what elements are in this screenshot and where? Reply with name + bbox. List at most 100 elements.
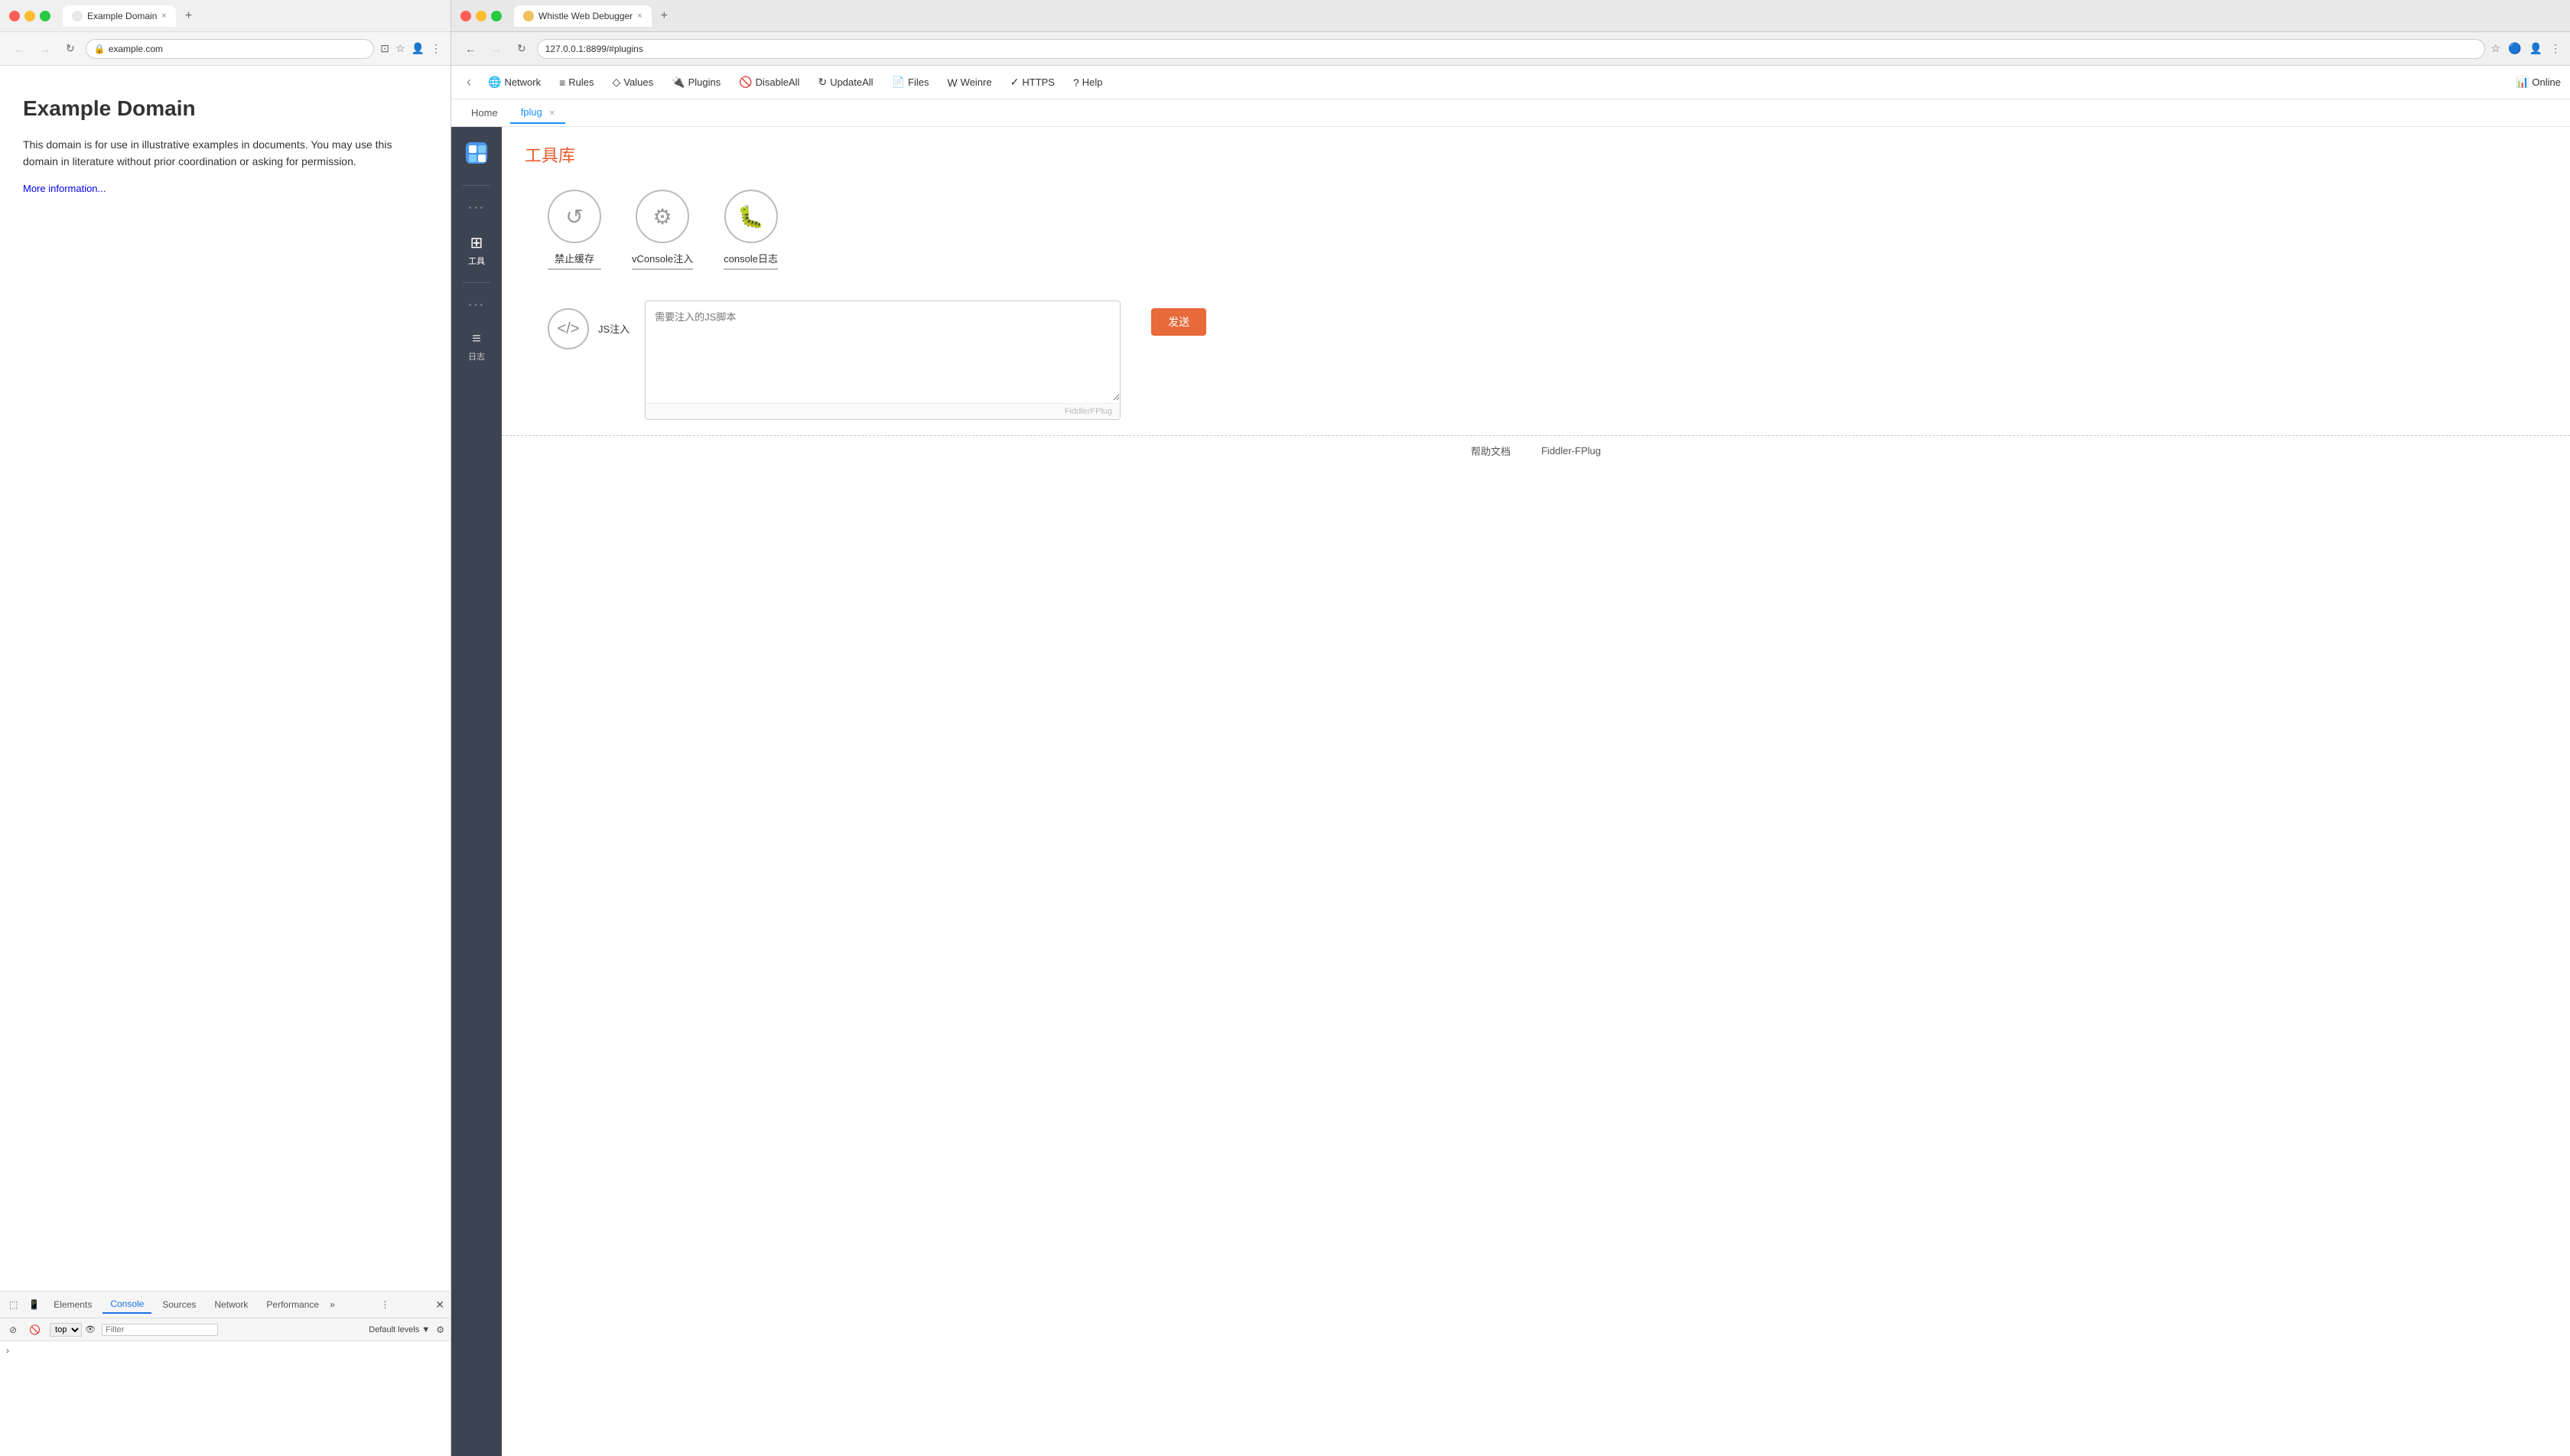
console-context-select[interactable]: top	[50, 1323, 82, 1337]
console-clear-icon[interactable]: ⊘	[6, 1323, 20, 1337]
menu-weinre-btn[interactable]: W Weinre	[939, 73, 999, 92]
menu-disableall-btn[interactable]: 🚫 DisableAll	[731, 73, 807, 92]
devtools-more-tabs[interactable]: »	[330, 1299, 335, 1310]
traffic-lights	[9, 11, 50, 21]
close-window-btn[interactable]	[9, 11, 20, 21]
tab-fplug-close[interactable]: ×	[550, 109, 555, 118]
sidebar-separator-2	[463, 282, 490, 283]
right-bookmark-icon[interactable]: ☆	[2491, 42, 2501, 55]
devtools-tab-elements[interactable]: Elements	[46, 1296, 99, 1313]
console-settings-icon[interactable]: ⚙	[436, 1324, 444, 1335]
right-tab-label: Whistle Web Debugger	[538, 11, 633, 21]
tool-circle-disable-cache: ↺	[548, 190, 601, 243]
left-tab-label: Example Domain	[87, 11, 157, 21]
footer-help-docs[interactable]: 帮助文档	[1471, 444, 1511, 458]
disable-cache-icon: ↺	[565, 204, 583, 229]
tool-item-disable-cache[interactable]: ↺ 禁止缓存	[548, 190, 601, 270]
right-menu-icon[interactable]: ⋮	[2550, 42, 2561, 55]
menu-rules-btn[interactable]: ≡ Rules	[551, 73, 601, 92]
js-send-button[interactable]: 发送	[1151, 308, 1206, 336]
devtools-inspect-icon[interactable]: ⬚	[6, 1298, 21, 1311]
plugin-title: 工具库	[525, 142, 2547, 167]
tool-item-vconsole[interactable]: ⚙ vConsole注入	[632, 190, 693, 270]
tool-label-console-log: console日志	[724, 251, 778, 270]
tab-home-label: Home	[471, 107, 498, 119]
maximize-window-btn[interactable]	[40, 11, 50, 21]
plugin-content: 工具库 ↺ 禁止缓存	[502, 127, 2570, 1456]
right-address-text: 127.0.0.1:8899/#plugins	[545, 44, 643, 54]
left-tab-example-domain[interactable]: Example Domain ×	[63, 5, 176, 27]
devtools-tab-network[interactable]: Network	[207, 1296, 255, 1313]
right-tab-whistle[interactable]: Whistle Web Debugger ×	[514, 5, 652, 27]
whistle-tabs: Home fplug ×	[451, 99, 2570, 127]
js-inject-textarea[interactable]	[646, 301, 1120, 401]
right-profile-icon[interactable]: 👤	[2529, 42, 2542, 55]
address-bar-left[interactable]: 🔒 example.com	[86, 39, 375, 59]
console-filter-icon[interactable]: 🚫	[26, 1323, 44, 1337]
menu-updateall-btn[interactable]: ↻ UpdateAll	[810, 73, 880, 92]
sidebar-item-dots-2[interactable]: ···	[454, 292, 499, 318]
devtools-options-icon[interactable]: ⋮	[381, 1299, 390, 1310]
menu-help-btn[interactable]: ? Help	[1065, 73, 1111, 92]
textarea-footer: FiddlerFPlug	[646, 403, 1120, 419]
back-btn[interactable]: ←	[9, 41, 29, 57]
menu-icon[interactable]: ⋮	[431, 42, 441, 55]
refresh-btn[interactable]: ↻	[61, 41, 80, 57]
right-address-bar[interactable]: 127.0.0.1:8899/#plugins	[537, 39, 2485, 59]
sidebar-item-log[interactable]: ≡ 日志	[454, 324, 499, 369]
forward-btn[interactable]: →	[35, 41, 55, 57]
chart-icon: 📊	[2516, 76, 2529, 89]
left-tab-close-btn[interactable]: ×	[161, 11, 166, 21]
js-textarea-wrapper: FiddlerFPlug	[645, 301, 1121, 420]
more-info-link[interactable]: More information...	[23, 183, 106, 194]
console-levels[interactable]: Default levels ▼	[369, 1325, 430, 1334]
menu-plugins-btn[interactable]: 🔌 Plugins	[664, 73, 728, 92]
network-icon: 🌐	[488, 76, 501, 89]
whistle-menubar: ‹ 🌐 Network ≡ Rules ◇ Values 🔌	[451, 66, 2570, 99]
menu-disableall-label: DisableAll	[756, 76, 800, 88]
menu-rules-label: Rules	[568, 76, 594, 88]
js-inject-left: </> JS注入	[548, 301, 629, 349]
sidebar-item-tools[interactable]: ⊞ 工具	[454, 227, 499, 273]
whistle-back-arrow[interactable]: ‹	[460, 71, 477, 93]
left-titlebar: Example Domain × +	[0, 0, 451, 32]
translate-icon[interactable]: ⊡	[380, 42, 389, 55]
minimize-window-btn[interactable]	[24, 11, 35, 21]
menu-https-btn[interactable]: ✓ HTTPS	[1003, 73, 1062, 92]
tab-home[interactable]: Home	[460, 102, 509, 123]
menu-values-btn[interactable]: ◇ Values	[605, 73, 662, 92]
bookmark-icon[interactable]: ☆	[395, 42, 405, 55]
nav-icons: ⊡ ☆ 👤 ⋮	[380, 42, 441, 55]
menu-files-btn[interactable]: 📄 Files	[884, 73, 937, 92]
new-tab-btn[interactable]: +	[185, 9, 192, 23]
right-minimize-btn[interactable]	[476, 11, 486, 21]
right-close-btn[interactable]	[460, 11, 471, 21]
tool-item-console-log[interactable]: 🐛 console日志	[724, 190, 778, 270]
sidebar-item-dots-1[interactable]: ···	[454, 195, 499, 221]
right-back-btn[interactable]: ←	[460, 41, 480, 57]
right-maximize-btn[interactable]	[491, 11, 502, 21]
devtools-tab-console[interactable]: Console	[102, 1295, 151, 1314]
devtools-close-btn[interactable]: ✕	[435, 1298, 444, 1311]
devtools-tab-sources[interactable]: Sources	[155, 1296, 203, 1313]
tool-label-disable-cache: 禁止缓存	[548, 251, 601, 270]
tab-fplug[interactable]: fplug ×	[510, 102, 565, 124]
code-icon: </>	[558, 320, 580, 338]
devtools-tab-performance[interactable]: Performance	[259, 1296, 327, 1313]
console-eye-icon[interactable]: 👁	[85, 1324, 96, 1334]
menu-network-btn[interactable]: 🌐 Network	[480, 73, 548, 92]
right-refresh-btn[interactable]: ↻	[512, 41, 531, 57]
right-extension-icon[interactable]: 🔵	[2508, 42, 2521, 55]
values-icon: ◇	[613, 76, 621, 89]
right-browser: Whistle Web Debugger × + ← → ↻ 127.0.0.1…	[451, 0, 2570, 1456]
js-inject-circle[interactable]: </>	[548, 308, 589, 349]
right-forward-btn[interactable]: →	[486, 41, 506, 57]
profile-icon[interactable]: 👤	[412, 42, 425, 55]
right-new-tab-btn[interactable]: +	[661, 9, 668, 23]
tool-label-vconsole: vConsole注入	[632, 251, 693, 270]
console-filter-input[interactable]	[102, 1324, 218, 1336]
menu-updateall-label: UpdateAll	[830, 76, 873, 88]
footer-fiddler-fplug[interactable]: Fiddler-FPlug	[1541, 445, 1601, 457]
devtools-device-icon[interactable]: 📱	[25, 1298, 43, 1311]
right-tab-close-btn[interactable]: ×	[637, 11, 642, 21]
